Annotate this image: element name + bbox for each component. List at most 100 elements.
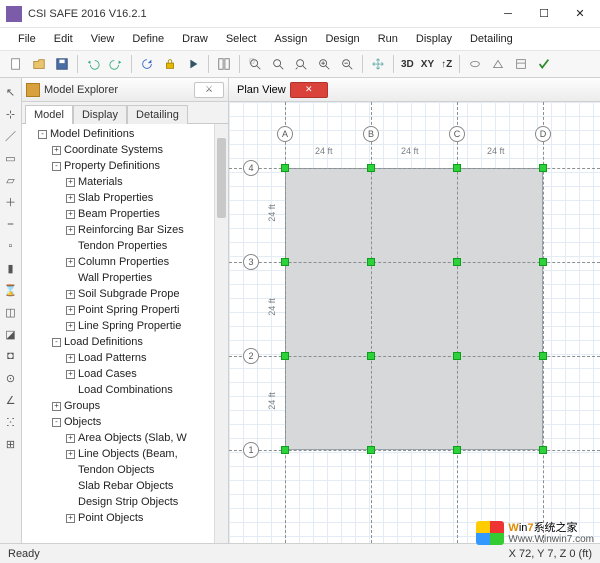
tree-toggle-icon[interactable]: + — [66, 434, 75, 443]
menu-design[interactable]: Design — [317, 31, 367, 47]
column-node[interactable] — [281, 258, 289, 266]
tree-view[interactable]: -Model Definitions+Coordinate Systems-Pr… — [22, 124, 228, 543]
explorer-close-button[interactable]: ⚔ — [194, 82, 224, 98]
perspective-icon[interactable] — [488, 54, 508, 74]
draw-column-icon[interactable]: ▫ — [3, 238, 19, 254]
tree-toggle-icon[interactable]: + — [66, 514, 75, 523]
minimize-button[interactable]: ─ — [490, 1, 526, 27]
tree-toggle-icon[interactable]: + — [66, 290, 75, 299]
pointer-icon[interactable]: ↖ — [3, 84, 19, 100]
tree-toggle-icon[interactable]: + — [66, 354, 75, 363]
tree-toggle-icon[interactable]: + — [66, 322, 75, 331]
tree-item[interactable]: +Beam Properties — [24, 206, 228, 222]
tree-toggle-icon[interactable]: - — [52, 338, 61, 347]
column-node[interactable] — [453, 352, 461, 360]
tree-item[interactable]: +Point Spring Properti — [24, 302, 228, 318]
zoom-full-icon[interactable] — [268, 54, 288, 74]
column-node[interactable] — [281, 352, 289, 360]
zoom-prev-icon[interactable] — [291, 54, 311, 74]
tab-model[interactable]: Model — [25, 105, 73, 124]
tree-item[interactable]: +Reinforcing Bar Sizes — [24, 222, 228, 238]
tree-item[interactable]: +Point Objects — [24, 510, 228, 526]
run-icon[interactable] — [183, 54, 203, 74]
tree-toggle-icon[interactable]: - — [38, 130, 47, 139]
redo-icon[interactable] — [106, 54, 126, 74]
tree-toggle-icon[interactable]: + — [52, 146, 61, 155]
draw-point-icon[interactable]: ＋ — [3, 194, 19, 210]
tab-detailing[interactable]: Detailing — [127, 105, 188, 124]
tree-item[interactable]: +Line Spring Propertie — [24, 318, 228, 334]
tree-toggle-icon[interactable]: - — [52, 418, 61, 427]
tree-toggle-icon[interactable]: + — [66, 178, 75, 187]
clear-select-icon[interactable]: ◘ — [3, 348, 19, 364]
btn-xy[interactable]: XY — [419, 59, 436, 70]
menu-edit[interactable]: Edit — [46, 31, 81, 47]
column-node[interactable] — [453, 258, 461, 266]
btn-tz[interactable]: ↑Z — [439, 59, 454, 70]
tree-item[interactable]: +Load Cases — [24, 366, 228, 382]
draw-rect-icon[interactable]: ▭ — [3, 150, 19, 166]
plan-view-close-button[interactable]: ✕ — [290, 82, 328, 98]
draw-poly-icon[interactable]: ▱ — [3, 172, 19, 188]
draw-line-icon[interactable]: ／ — [3, 128, 19, 144]
scrollbar-thumb[interactable] — [217, 138, 226, 218]
menu-display[interactable]: Display — [408, 31, 460, 47]
tree-item[interactable]: +Slab Properties — [24, 190, 228, 206]
draw-beam-icon[interactable]: ⎯ — [3, 216, 19, 232]
column-node[interactable] — [367, 446, 375, 454]
select-prev-icon[interactable]: ◪ — [3, 326, 19, 342]
menu-assign[interactable]: Assign — [266, 31, 315, 47]
tree-item[interactable]: Wall Properties — [24, 270, 228, 286]
tree-toggle-icon[interactable]: + — [66, 210, 75, 219]
btn-3d[interactable]: 3D — [399, 59, 416, 70]
column-node[interactable] — [539, 446, 547, 454]
tree-toggle-icon[interactable]: + — [66, 194, 75, 203]
column-node[interactable] — [453, 164, 461, 172]
menu-draw[interactable]: Draw — [174, 31, 216, 47]
tree-item[interactable]: -Model Definitions — [24, 126, 228, 142]
tab-display[interactable]: Display — [73, 105, 127, 124]
tree-item[interactable]: +Load Patterns — [24, 350, 228, 366]
tree-toggle-icon[interactable]: + — [52, 402, 61, 411]
tree-item[interactable]: +Materials — [24, 174, 228, 190]
tree-item[interactable]: -Load Definitions — [24, 334, 228, 350]
save-icon[interactable] — [52, 54, 72, 74]
tree-item[interactable]: +Soil Subgrade Prope — [24, 286, 228, 302]
column-node[interactable] — [453, 446, 461, 454]
snap-line-icon[interactable]: ∠ — [3, 392, 19, 408]
tree-item[interactable]: -Property Definitions — [24, 158, 228, 174]
tree-toggle-icon[interactable]: + — [66, 450, 75, 459]
menu-select[interactable]: Select — [218, 31, 265, 47]
new-icon[interactable] — [6, 54, 26, 74]
check-icon[interactable] — [534, 54, 554, 74]
open-icon[interactable] — [29, 54, 49, 74]
column-node[interactable] — [367, 164, 375, 172]
zoom-out-icon[interactable] — [337, 54, 357, 74]
tree-item[interactable]: Slab Rebar Objects — [24, 478, 228, 494]
column-node[interactable] — [367, 258, 375, 266]
menu-detailing[interactable]: Detailing — [462, 31, 521, 47]
select-all-icon[interactable]: ◫ — [3, 304, 19, 320]
tree-item[interactable]: +Column Properties — [24, 254, 228, 270]
tree-item[interactable]: Design Strip Objects — [24, 494, 228, 510]
column-node[interactable] — [539, 352, 547, 360]
tree-toggle-icon[interactable]: - — [52, 162, 61, 171]
lock-icon[interactable] — [160, 54, 180, 74]
tree-item[interactable]: Tendon Properties — [24, 238, 228, 254]
tree-item[interactable]: +Area Objects (Slab, W — [24, 430, 228, 446]
undo-icon[interactable] — [83, 54, 103, 74]
scrollbar[interactable] — [214, 124, 228, 543]
zoom-rubber-icon[interactable] — [245, 54, 265, 74]
tree-toggle-icon[interactable]: + — [66, 306, 75, 315]
menu-run[interactable]: Run — [370, 31, 406, 47]
pan-icon[interactable] — [368, 54, 388, 74]
menu-define[interactable]: Define — [124, 31, 172, 47]
tree-item[interactable]: Load Combinations — [24, 382, 228, 398]
zoom-in-icon[interactable] — [314, 54, 334, 74]
menu-file[interactable]: File — [10, 31, 44, 47]
tree-item[interactable]: +Line Objects (Beam, — [24, 446, 228, 462]
draw-wall-icon[interactable]: ▮ — [3, 260, 19, 276]
snap-point-icon[interactable]: ⊙ — [3, 370, 19, 386]
column-node[interactable] — [281, 164, 289, 172]
column-node[interactable] — [367, 352, 375, 360]
